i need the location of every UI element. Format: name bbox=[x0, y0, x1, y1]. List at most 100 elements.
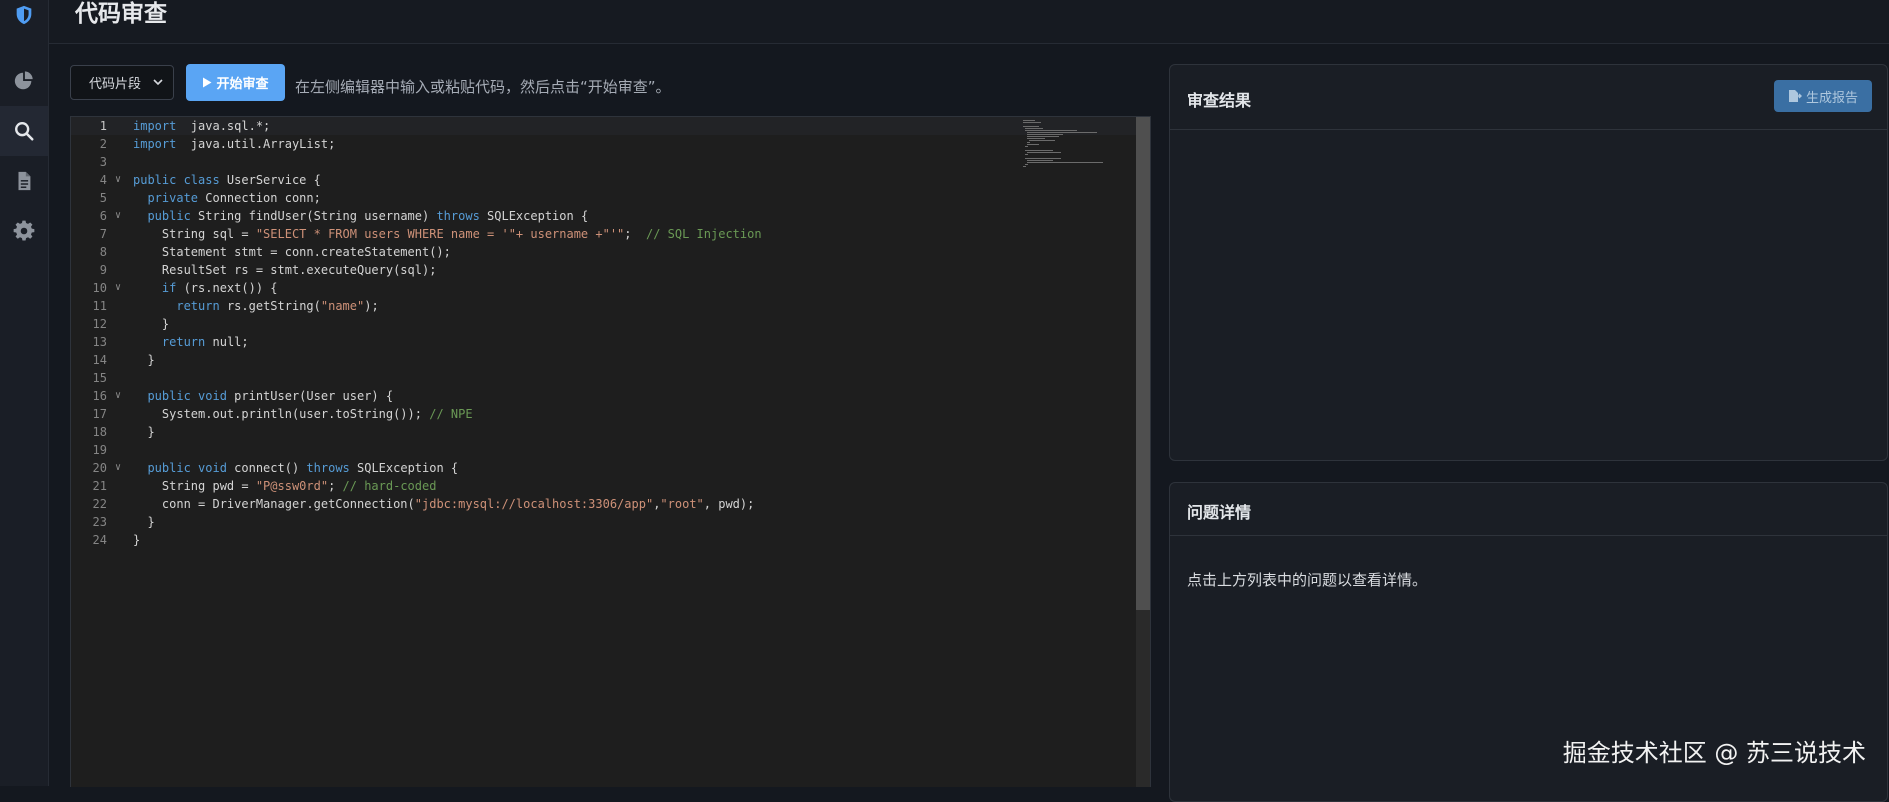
sidebar-item-home[interactable] bbox=[0, 0, 48, 40]
code-text: private Connection conn; bbox=[147, 191, 321, 205]
code-line[interactable]: 7 String sql = "SELECT * FROM users WHER… bbox=[71, 225, 1136, 243]
code-text: return null; bbox=[161, 335, 249, 349]
gear-icon bbox=[13, 220, 35, 241]
editor-scrollbar[interactable] bbox=[1136, 117, 1150, 787]
code-line[interactable]: 19 bbox=[71, 441, 1136, 459]
code-line[interactable]: 18 } bbox=[71, 423, 1136, 441]
start-review-label: 开始审查 bbox=[216, 77, 269, 92]
code-line[interactable]: 13 return null; bbox=[71, 333, 1136, 351]
line-number: 20 bbox=[92, 461, 107, 475]
instruction-text: 在左侧编辑器中输入或粘贴代码，然后点击“开始审查”。 bbox=[295, 78, 671, 96]
issue-details-header: 问题详情 bbox=[1170, 483, 1887, 536]
shield-icon bbox=[16, 5, 32, 25]
code-line[interactable]: 11 return rs.getString("name"); bbox=[71, 297, 1136, 315]
code-line[interactable]: 2 import java.util.ArrayList; bbox=[71, 135, 1136, 153]
watermark: 掘金技术社区 @ 苏三说技术 bbox=[1562, 739, 1866, 767]
code-text: String sql = "SELECT * FROM users WHERE … bbox=[133, 227, 762, 241]
code-text: ResultSet rs = stmt.executeQuery(sql); bbox=[133, 263, 437, 277]
code-line[interactable]: 6 ∨ public String findUser(String usernam… bbox=[71, 207, 1136, 225]
code-text: } bbox=[133, 425, 155, 439]
fold-chevron-icon[interactable]: ∨ bbox=[115, 171, 125, 189]
line-number: 11 bbox=[92, 299, 107, 313]
line-number: 22 bbox=[92, 497, 107, 511]
code-text: public String findUser(String username) … bbox=[147, 209, 589, 223]
line-number: 4 bbox=[99, 173, 107, 187]
sidebar-item-settings[interactable] bbox=[0, 206, 48, 256]
code-text: import java.sql.*; bbox=[133, 119, 271, 133]
review-results-panel: 审查结果 生成报告 bbox=[1169, 64, 1888, 461]
code-text: conn = DriverManager.getConnection("jdbc… bbox=[133, 497, 755, 511]
input-type-select[interactable]: 代码片段 bbox=[70, 65, 174, 100]
code-line[interactable]: 16 ∨ public void printUser(User user) { bbox=[71, 387, 1136, 405]
line-number: 2 bbox=[99, 137, 107, 151]
code-line[interactable]: 24} bbox=[71, 531, 1136, 549]
line-number: 17 bbox=[92, 407, 107, 421]
page-title: 代码审查 bbox=[75, 1, 167, 27]
sidebar-item-reports[interactable] bbox=[0, 156, 48, 206]
code-line[interactable]: 1 import java.sql.*; bbox=[71, 117, 1136, 135]
code-text: String pwd = "P@ssw0rd"; // hard-coded bbox=[133, 479, 437, 493]
search-icon bbox=[15, 122, 34, 141]
fold-chevron-icon[interactable]: ∨ bbox=[115, 459, 125, 477]
code-line[interactable]: 23 } bbox=[71, 513, 1136, 531]
line-number: 23 bbox=[92, 515, 107, 529]
code-text: public void printUser(User user) { bbox=[147, 389, 394, 403]
editor-minimap[interactable] bbox=[1023, 120, 1113, 170]
line-number: 19 bbox=[92, 443, 107, 457]
code-lines[interactable]: 1 import java.sql.*; 2 import java.util.Arr… bbox=[71, 117, 1136, 549]
code-editor[interactable]: 1 import java.sql.*; 2 import java.util.Arr… bbox=[70, 116, 1151, 787]
fold-chevron-icon[interactable]: ∨ bbox=[115, 207, 125, 225]
line-number: 9 bbox=[99, 263, 107, 277]
code-text: } bbox=[133, 353, 155, 367]
code-line[interactable]: 12 } bbox=[71, 315, 1136, 333]
fold-chevron-icon[interactable]: ∨ bbox=[115, 279, 125, 297]
code-line[interactable]: 5 private Connection conn; bbox=[71, 189, 1136, 207]
line-number: 8 bbox=[99, 245, 107, 259]
sidebar-item-code-review[interactable] bbox=[0, 106, 48, 156]
review-results-title: 审查结果 bbox=[1187, 91, 1252, 110]
code-line[interactable]: 9 ResultSet rs = stmt.executeQuery(sql); bbox=[71, 261, 1136, 279]
code-line[interactable]: 10 ∨ if (rs.next()) { bbox=[71, 279, 1136, 297]
code-line[interactable]: 8 Statement stmt = conn.createStatement(… bbox=[71, 243, 1136, 261]
issue-details-placeholder: 点击上方列表中的问题以查看详情。 bbox=[1187, 571, 1428, 589]
code-line[interactable]: 4 ∨ public class UserService { bbox=[71, 171, 1136, 189]
select-value: 代码片段 bbox=[89, 77, 142, 92]
pie-chart-icon bbox=[14, 71, 33, 90]
code-text: } bbox=[133, 317, 170, 331]
document-icon bbox=[18, 171, 31, 191]
line-number: 3 bbox=[99, 155, 107, 169]
sidebar bbox=[0, 0, 49, 786]
top-header: 代码审查 bbox=[49, 0, 1889, 44]
code-line[interactable]: 3 bbox=[71, 153, 1136, 171]
file-export-icon bbox=[1788, 90, 1802, 102]
line-number: 12 bbox=[92, 317, 107, 331]
code-line[interactable]: 14 } bbox=[71, 351, 1136, 369]
line-number: 16 bbox=[92, 389, 107, 403]
fold-chevron-icon[interactable]: ∨ bbox=[115, 387, 125, 405]
code-line[interactable]: 21 String pwd = "P@ssw0rd"; // hard-code… bbox=[71, 477, 1136, 495]
editor-scroll-thumb[interactable] bbox=[1136, 117, 1150, 610]
issue-details-title: 问题详情 bbox=[1187, 503, 1252, 522]
chevron-down-icon bbox=[153, 79, 163, 86]
start-review-button[interactable]: 开始审查 bbox=[186, 64, 285, 101]
generate-report-label: 生成报告 bbox=[1805, 90, 1858, 106]
code-line[interactable]: 22 conn = DriverManager.getConnection("j… bbox=[71, 495, 1136, 513]
code-text: if (rs.next()) { bbox=[161, 281, 278, 295]
code-text: public class UserService { bbox=[133, 173, 321, 187]
code-text: return rs.getString("name"); bbox=[176, 299, 379, 313]
code-line[interactable]: 20 ∨ public void connect() throws SQLExce… bbox=[71, 459, 1136, 477]
line-number: 7 bbox=[99, 227, 107, 241]
line-number: 13 bbox=[92, 335, 107, 349]
generate-report-button[interactable]: 生成报告 bbox=[1774, 80, 1872, 112]
code-line[interactable]: 17 System.out.println(user.toString()); … bbox=[71, 405, 1136, 423]
play-icon bbox=[203, 77, 212, 88]
line-number: 10 bbox=[92, 281, 107, 295]
line-number: 24 bbox=[92, 533, 107, 547]
line-number: 18 bbox=[92, 425, 107, 439]
code-line[interactable]: 15 bbox=[71, 369, 1136, 387]
code-text: Statement stmt = conn.createStatement(); bbox=[133, 245, 451, 259]
code-text: System.out.println(user.toString()); // … bbox=[133, 407, 473, 421]
code-text: } bbox=[133, 515, 155, 529]
line-number: 5 bbox=[99, 191, 107, 205]
sidebar-item-dashboard[interactable] bbox=[0, 56, 48, 106]
